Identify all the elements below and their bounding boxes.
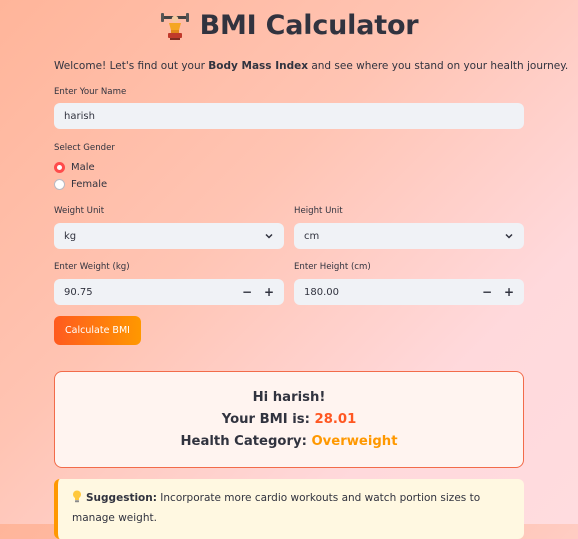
weight-unit-label: Weight Unit [54, 206, 105, 216]
weightlifter-trophy-icon [160, 12, 189, 40]
height-increment-button[interactable]: + [498, 285, 520, 299]
height-decrement-button[interactable]: − [476, 285, 498, 299]
gender-radio-female[interactable]: Female [54, 179, 107, 190]
name-label: Enter Your Name [54, 87, 127, 97]
weight-decrement-button[interactable]: − [236, 285, 258, 299]
height-unit-select[interactable]: cm [294, 223, 524, 249]
gender-label: Select Gender [54, 143, 115, 153]
result-card: Hi harish! Your BMI is: 28.01 Health Cat… [54, 371, 524, 468]
height-unit-label: Height Unit [294, 206, 343, 216]
bmi-value: 28.01 [314, 411, 357, 427]
suggestion-label: Suggestion: [86, 492, 157, 504]
lightbulb-icon [73, 490, 81, 503]
radio-unselected-icon[interactable] [54, 179, 65, 190]
weight-increment-button[interactable]: + [258, 285, 280, 299]
result-greeting: Hi harish! [252, 389, 326, 405]
category-value: Overweight [311, 433, 398, 449]
chevron-down-icon [265, 233, 273, 239]
weight-label: Enter Weight (kg) [54, 262, 130, 272]
page-header: BMI Calculator [0, 10, 578, 41]
height-number-input[interactable]: 180.00 − + [294, 279, 524, 305]
gender-radio-male[interactable]: Male [54, 162, 95, 173]
welcome-text: Welcome! Let's find out your Body Mass I… [54, 60, 569, 72]
category-line: Health Category: Overweight [180, 433, 398, 449]
suggestion-box: Suggestion: Incorporate more cardio work… [54, 479, 524, 539]
bmi-line: Your BMI is: 28.01 [221, 411, 357, 427]
radio-selected-icon[interactable] [54, 162, 65, 173]
page-title: BMI Calculator [199, 10, 419, 41]
calculate-bmi-button[interactable]: Calculate BMI [54, 316, 141, 345]
height-label: Enter Height (cm) [294, 262, 371, 272]
name-input[interactable]: harish [54, 103, 524, 129]
chevron-down-icon [505, 233, 513, 239]
weight-number-input[interactable]: 90.75 − + [54, 279, 284, 305]
weight-unit-select[interactable]: kg [54, 223, 284, 249]
